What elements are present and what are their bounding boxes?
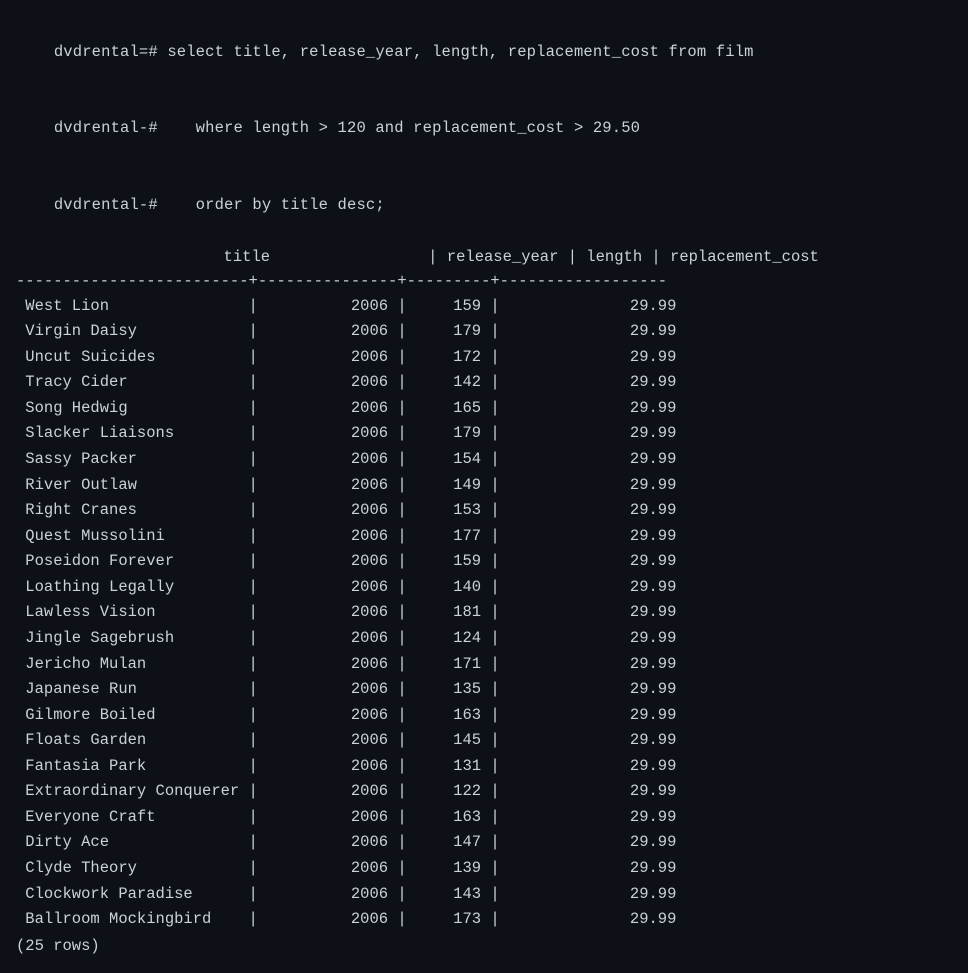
- prompt-command-2: where length > 120 and replacement_cost …: [167, 119, 640, 137]
- prompt-prefix-2: dvdrental-#: [54, 119, 167, 137]
- table-row: Everyone Craft | 2006 | 163 | 29.99: [16, 805, 952, 831]
- table-row: Clockwork Paradise | 2006 | 143 | 29.99: [16, 882, 952, 908]
- table-row: Clyde Theory | 2006 | 139 | 29.99: [16, 856, 952, 882]
- prompt-line-1: dvdrental=# select title, release_year, …: [16, 14, 952, 91]
- table-row: Lawless Vision | 2006 | 181 | 29.99: [16, 600, 952, 626]
- table-row: Extraordinary Conquerer | 2006 | 122 | 2…: [16, 779, 952, 805]
- table-row: Tracy Cider | 2006 | 142 | 29.99: [16, 370, 952, 396]
- table-footer: (25 rows): [16, 933, 952, 959]
- table-row: Gilmore Boiled | 2006 | 163 | 29.99: [16, 703, 952, 729]
- table-row: Jingle Sagebrush | 2006 | 124 | 29.99: [16, 626, 952, 652]
- table-row: West Lion | 2006 | 159 | 29.99: [16, 294, 952, 320]
- table-row: Virgin Daisy | 2006 | 179 | 29.99: [16, 319, 952, 345]
- table-row: Jericho Mulan | 2006 | 171 | 29.99: [16, 652, 952, 678]
- terminal-window: dvdrental=# select title, release_year, …: [12, 8, 956, 965]
- table-row: Sassy Packer | 2006 | 154 | 29.99: [16, 447, 952, 473]
- table-header: title | release_year | length | replacem…: [16, 244, 952, 270]
- table-separator: -------------------------+--------------…: [16, 270, 952, 293]
- table-row: Right Cranes | 2006 | 153 | 29.99: [16, 498, 952, 524]
- table-row: Japanese Run | 2006 | 135 | 29.99: [16, 677, 952, 703]
- table-row: Ballroom Mockingbird | 2006 | 173 | 29.9…: [16, 907, 952, 933]
- prompt-command-1: select title, release_year, length, repl…: [167, 43, 753, 61]
- table-row: Uncut Suicides | 2006 | 172 | 29.99: [16, 345, 952, 371]
- table-body: West Lion | 2006 | 159 | 29.99 Virgin Da…: [16, 294, 952, 933]
- prompt-command-3: order by title desc;: [167, 196, 385, 214]
- table-row: Floats Garden | 2006 | 145 | 29.99: [16, 728, 952, 754]
- prompt-line-3: dvdrental-# order by title desc;: [16, 167, 952, 244]
- table-row: Poseidon Forever | 2006 | 159 | 29.99: [16, 549, 952, 575]
- table-row: Song Hedwig | 2006 | 165 | 29.99: [16, 396, 952, 422]
- table-row: Slacker Liaisons | 2006 | 179 | 29.99: [16, 421, 952, 447]
- table-row: Dirty Ace | 2006 | 147 | 29.99: [16, 830, 952, 856]
- table-row: Fantasia Park | 2006 | 131 | 29.99: [16, 754, 952, 780]
- prompt-line-2: dvdrental-# where length > 120 and repla…: [16, 91, 952, 168]
- prompt-prefix-3: dvdrental-#: [54, 196, 167, 214]
- results-table: title | release_year | length | replacem…: [16, 244, 952, 959]
- prompt-prefix-1: dvdrental=#: [54, 43, 167, 61]
- table-row: Loathing Legally | 2006 | 140 | 29.99: [16, 575, 952, 601]
- table-row: River Outlaw | 2006 | 149 | 29.99: [16, 473, 952, 499]
- table-row: Quest Mussolini | 2006 | 177 | 29.99: [16, 524, 952, 550]
